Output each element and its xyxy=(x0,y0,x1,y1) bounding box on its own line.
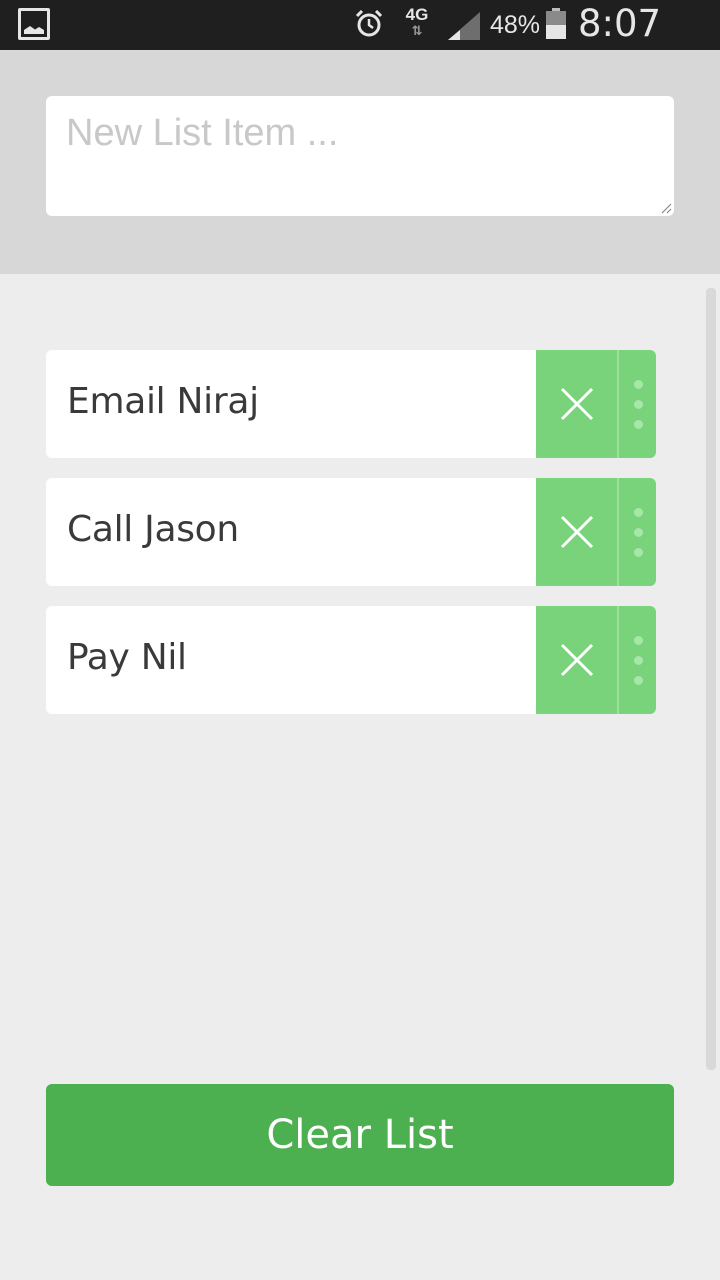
battery-percent: 48% xyxy=(490,11,541,39)
drag-handle-icon[interactable] xyxy=(619,606,656,714)
gallery-icon xyxy=(18,8,50,40)
signal-icon xyxy=(448,12,480,40)
scrollbar[interactable] xyxy=(706,288,716,1070)
network-indicator: 4G ⇅ xyxy=(402,6,432,42)
drag-handle-icon[interactable] xyxy=(619,350,656,458)
resize-grip-icon[interactable] xyxy=(660,202,672,214)
list-item: Email Niraj xyxy=(46,350,656,458)
list-item-label: Call Jason xyxy=(67,509,239,550)
new-item-panel xyxy=(0,50,720,274)
close-icon xyxy=(560,387,593,421)
delete-item-button[interactable] xyxy=(536,478,617,586)
new-item-input[interactable] xyxy=(46,96,674,216)
data-arrows-icon: ⇅ xyxy=(411,23,423,38)
list-item: Pay Nil xyxy=(46,606,656,714)
close-icon xyxy=(560,515,593,549)
list-item-label: Pay Nil xyxy=(67,637,187,678)
battery-icon xyxy=(546,8,566,39)
network-type-label: 4G xyxy=(405,5,429,24)
list-item: Call Jason xyxy=(46,478,656,586)
list-item-label: Email Niraj xyxy=(67,381,259,422)
drag-handle-icon[interactable] xyxy=(619,478,656,586)
alarm-icon xyxy=(355,10,383,37)
clear-list-button[interactable]: Clear List xyxy=(46,1084,674,1186)
close-icon xyxy=(560,643,593,677)
status-bar: 4G ⇅ 48% 8:07 PM xyxy=(0,0,720,89)
delete-item-button[interactable] xyxy=(536,350,617,458)
delete-item-button[interactable] xyxy=(536,606,617,714)
